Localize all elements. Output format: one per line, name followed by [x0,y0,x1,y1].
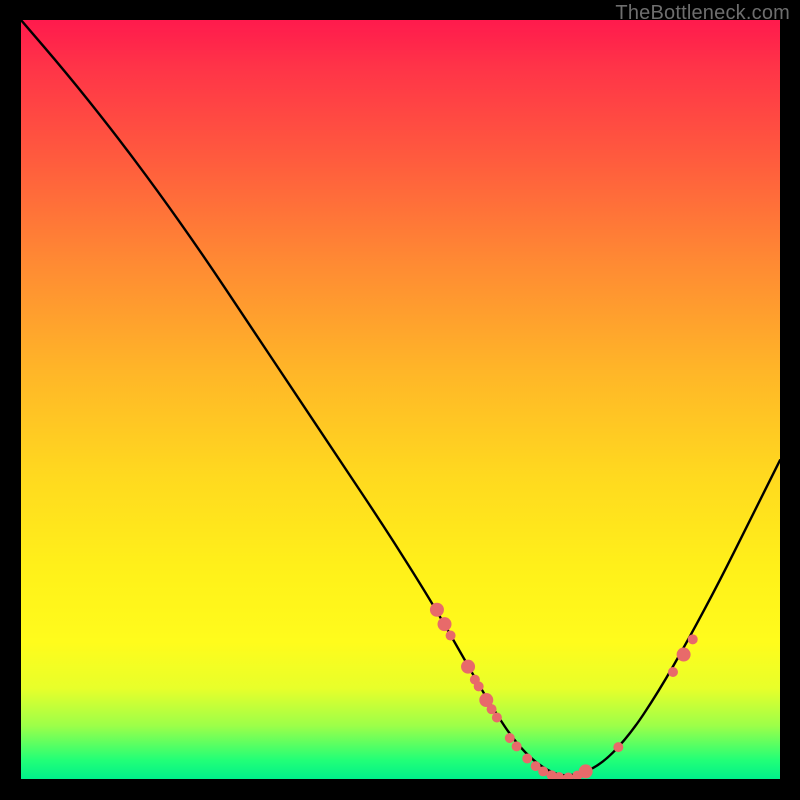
plot-area [21,20,780,779]
data-point [668,667,678,677]
data-point [512,741,522,751]
data-point [563,772,573,779]
data-point [438,617,452,631]
bottleneck-curve [21,20,780,775]
data-point [492,713,502,723]
data-point [474,681,484,691]
data-point [613,742,623,752]
data-point [461,660,475,674]
data-point [446,631,456,641]
data-point [522,754,532,764]
data-point [677,648,691,662]
chart-svg [21,20,780,779]
data-point [430,603,444,617]
data-point [579,764,593,778]
data-point [688,634,698,644]
chart-stage: TheBottleneck.com [0,0,800,800]
data-point [487,704,497,714]
data-point [505,733,515,743]
